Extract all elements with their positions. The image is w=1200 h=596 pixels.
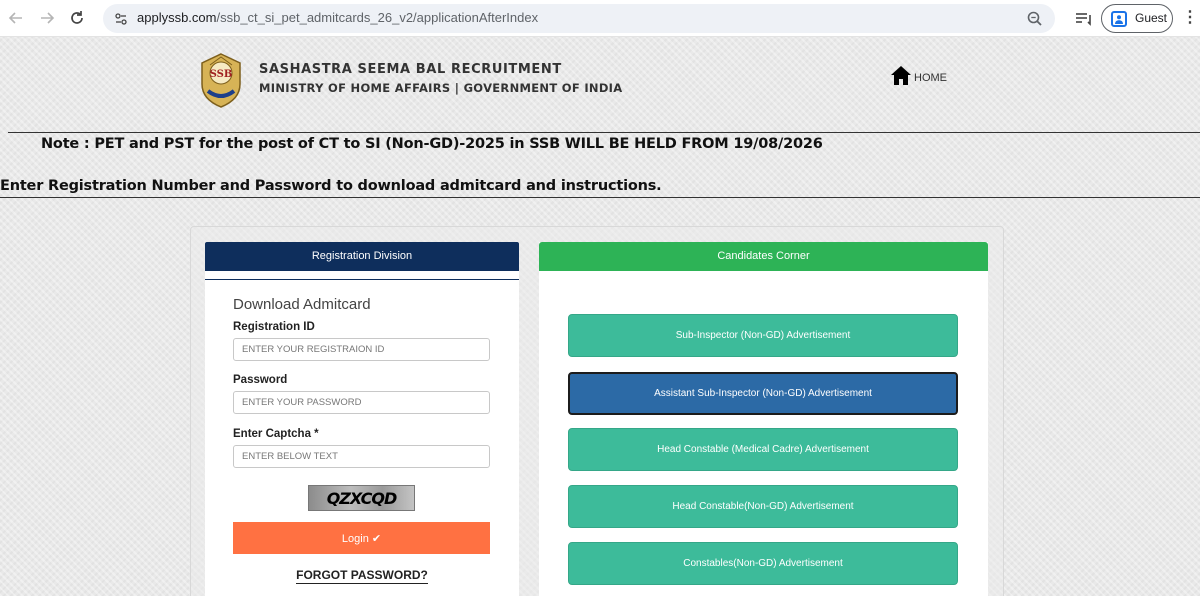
url-domain: applyssb.com <box>137 10 217 25</box>
si-advertisement-button[interactable]: Sub-Inspector (Non-GD) Advertisement <box>568 314 958 357</box>
profile-avatar-icon <box>1111 11 1127 27</box>
password-input[interactable] <box>233 391 490 414</box>
reg-id-label: Registration ID <box>233 321 315 333</box>
registration-header: Registration Division <box>205 242 519 271</box>
home-icon <box>890 64 912 86</box>
captcha-label: Enter Captcha * <box>233 428 319 440</box>
constable-advertisement-button[interactable]: Constables(Non-GD) Advertisement <box>568 542 958 585</box>
hc-medical-advertisement-button[interactable]: Head Constable (Medical Cadre) Advertise… <box>568 428 958 471</box>
profile-label: Guest <box>1135 11 1168 25</box>
login-button[interactable]: Login ✔ <box>233 522 490 554</box>
candidates-header: Candidates Corner <box>539 242 988 271</box>
org-name: SASHASTRA SEEMA BAL RECRUITMENT <box>259 62 562 77</box>
page-body: SSB SASHASTRA SEEMA BAL RECRUITMENT MINI… <box>0 37 1200 596</box>
zoom-icon[interactable] <box>1025 9 1045 29</box>
kebab-menu-icon[interactable]: ⋮ <box>1182 8 1198 28</box>
form-title: Download Admitcard <box>233 296 371 313</box>
forgot-password-text[interactable]: FORGOT PASSWORD? <box>296 568 428 584</box>
address-bar[interactable]: applyssb.com/ssb_ct_si_pet_admitcards_26… <box>103 4 1055 33</box>
reload-icon[interactable] <box>66 7 88 29</box>
divider <box>8 132 1200 133</box>
instruction-text: Enter Registration Number and Password t… <box>0 178 662 194</box>
home-label: HOME <box>914 72 947 84</box>
ministry-name: MINISTRY OF HOME AFFAIRS | GOVERNMENT OF… <box>259 81 623 95</box>
registration-card: Registration Division Download Admitcard… <box>205 242 519 596</box>
divider <box>0 197 1200 198</box>
site-info-icon[interactable] <box>111 9 131 29</box>
profile-button[interactable]: Guest <box>1101 4 1173 33</box>
captcha-input[interactable] <box>233 445 490 468</box>
hc-nongd-advertisement-button[interactable]: Head Constable(Non-GD) Advertisement <box>568 485 958 528</box>
forgot-password-link: FORGOT PASSWORD? <box>205 568 519 584</box>
ssb-logo: SSB <box>196 51 246 109</box>
pet-notice: Note : PET and PST for the post of CT to… <box>41 136 823 152</box>
captcha-image: QZXCQD <box>308 485 415 511</box>
asi-advertisement-button[interactable]: Assistant Sub-Inspector (Non-GD) Adverti… <box>568 372 958 415</box>
back-icon[interactable] <box>5 7 27 29</box>
divider <box>205 279 519 280</box>
url-text[interactable]: applyssb.com/ssb_ct_si_pet_admitcards_26… <box>137 10 538 25</box>
url-path: /ssb_ct_si_pet_admitcards_26_v2/applicat… <box>216 10 539 25</box>
forward-icon[interactable] <box>36 7 58 29</box>
registration-id-input[interactable] <box>233 338 490 361</box>
svg-text:SSB: SSB <box>210 69 233 80</box>
tab-search-icon[interactable] <box>1073 7 1095 29</box>
candidates-card: Candidates Corner Sub-Inspector (Non-GD)… <box>539 242 988 596</box>
browser-toolbar: applyssb.com/ssb_ct_si_pet_admitcards_26… <box>0 0 1200 37</box>
password-label: Password <box>233 374 288 386</box>
